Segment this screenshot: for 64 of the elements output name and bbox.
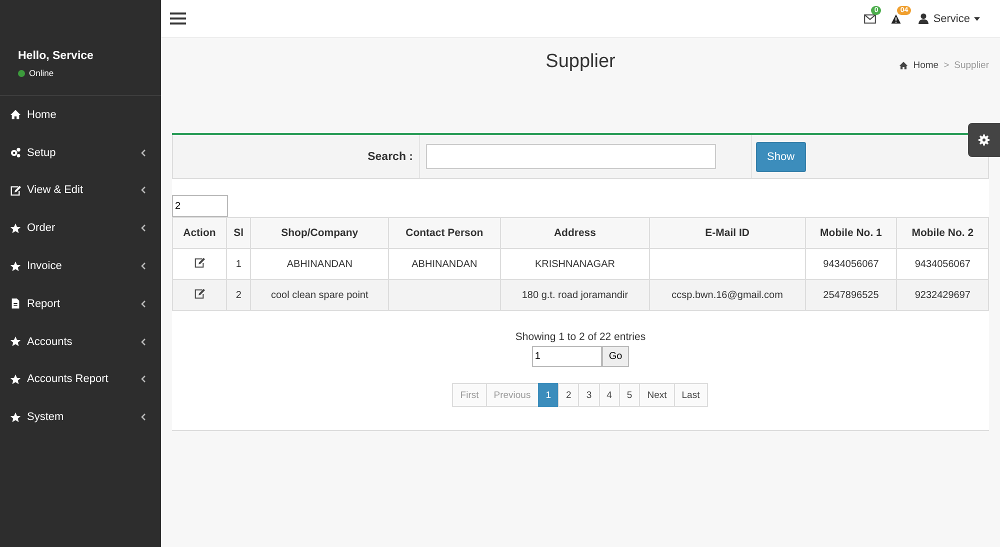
table-cell: ccsp.bwn.16@gmail.com	[649, 280, 806, 310]
column-header: Mobile No. 1	[805, 218, 897, 248]
column-header: Address	[500, 218, 650, 248]
edit-icon[interactable]	[194, 288, 205, 299]
sidebar-item[interactable]: System	[0, 398, 161, 436]
search-field[interactable]	[426, 144, 716, 169]
home-icon	[10, 109, 21, 120]
breadcrumb-item[interactable]: Home	[913, 60, 939, 71]
star-icon	[10, 412, 21, 423]
star-icon	[10, 260, 21, 272]
sidebar-item[interactable]: Report	[0, 284, 161, 323]
edit-icon	[10, 184, 21, 196]
file-icon	[10, 298, 21, 310]
caret-icon	[974, 16, 980, 20]
page-button[interactable]: 4	[598, 383, 620, 407]
go-button[interactable]: Go	[602, 346, 630, 367]
star-icon	[10, 336, 21, 348]
sidebar-item[interactable]: Accounts Report	[0, 360, 161, 398]
status-dot	[18, 70, 25, 76]
gears-icon	[10, 147, 21, 158]
table-cell: cool clean spare point	[250, 280, 388, 310]
entries-summary: Showing 1 to 2 of 22 entries	[515, 331, 646, 343]
user-icon	[918, 13, 930, 24]
page-button[interactable]: 3	[578, 383, 600, 407]
settings-tab[interactable]	[968, 123, 1000, 157]
sidebar-item[interactable]: Order	[0, 209, 161, 248]
status-text: Online	[29, 68, 54, 78]
page-button[interactable]: 2	[558, 383, 580, 407]
sidebar-item[interactable]: Setup	[0, 134, 161, 172]
column-header: Shop/Company	[250, 218, 388, 248]
show-button[interactable]: Show	[756, 142, 806, 172]
home-icon	[899, 61, 908, 70]
column-header: Mobile No. 2	[896, 218, 988, 248]
breadcrumb-separator: >	[944, 60, 950, 71]
column-header: Contact Person	[388, 218, 500, 248]
star-icon	[10, 374, 21, 385]
column-header: Sl	[226, 218, 251, 248]
user-menu[interactable]: Service	[918, 12, 980, 24]
column-header: E-Mail ID	[649, 218, 806, 248]
page-button[interactable]: 1	[538, 383, 560, 407]
menu-icon[interactable]	[170, 12, 186, 25]
table-cell: 2547896525	[805, 280, 897, 310]
envelope-icon[interactable]	[864, 14, 876, 24]
page-number-field[interactable]: 1	[532, 346, 602, 367]
breadcrumb-item: Supplier	[954, 60, 989, 71]
page-size-field[interactable]: 2	[172, 195, 228, 217]
sidebar-item[interactable]: Accounts	[0, 322, 161, 361]
page-button[interactable]: Last	[674, 383, 708, 407]
warning-icon[interactable]	[890, 14, 902, 24]
table-cell: 2	[226, 280, 251, 310]
table-cell: 9232429697	[896, 280, 988, 310]
settings-icon	[978, 134, 990, 146]
sidebar-item[interactable]: Home	[0, 96, 161, 134]
star-icon	[10, 222, 21, 234]
greeting: Hello, Service	[18, 50, 94, 62]
page-button[interactable]: Next	[639, 383, 675, 407]
sidebar-item[interactable]: View & Edit	[0, 172, 161, 210]
sidebar-item[interactable]: Invoice	[0, 247, 161, 285]
page-button[interactable]: 5	[618, 383, 640, 407]
page-title: Supplier	[546, 51, 616, 73]
edit-icon[interactable]	[194, 257, 205, 268]
search-label: Search :	[173, 135, 420, 178]
table-cell: 180 g.t. road joramandir	[500, 280, 650, 310]
column-header: Action	[172, 218, 226, 248]
